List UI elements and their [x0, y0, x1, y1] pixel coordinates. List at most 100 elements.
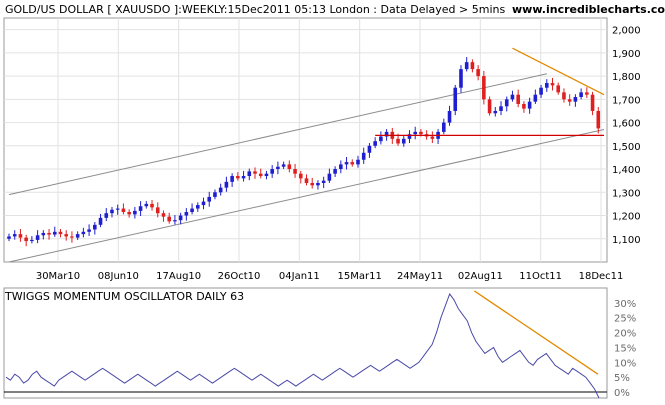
x-tick-label: 17Aug10: [156, 271, 201, 282]
candle-body: [550, 83, 555, 86]
candle-body: [493, 110, 498, 114]
candle-body: [247, 171, 252, 177]
candle-body: [18, 234, 23, 238]
candle-body: [144, 203, 149, 207]
site-url[interactable]: www.incrediblecharts.com: [512, 3, 665, 16]
candle-body: [64, 234, 69, 237]
candle-body: [373, 141, 377, 146]
candle-body: [281, 164, 286, 167]
candle-body: [544, 83, 549, 88]
candle-body: [298, 173, 303, 179]
candle-body: [30, 239, 34, 242]
osc-y-tick-label: 15%: [614, 343, 636, 354]
y-tick-label: 1,100: [612, 235, 641, 246]
y-tick-label: 1,300: [612, 188, 641, 199]
candle-body: [287, 164, 292, 170]
candle-body: [585, 92, 589, 95]
osc-y-tick-label: 25%: [614, 314, 636, 325]
candle-body: [12, 234, 17, 237]
candle-body: [567, 99, 572, 102]
candle-body: [499, 106, 503, 111]
candle-body: [361, 152, 366, 160]
y-tick-label: 1,400: [612, 165, 641, 176]
x-tick-label: 02Aug11: [458, 271, 503, 282]
candle-body: [590, 94, 595, 111]
candle-body: [70, 236, 74, 238]
candle-body: [442, 122, 446, 132]
candle-body: [430, 136, 435, 139]
candle-body: [464, 62, 469, 70]
candle-body: [562, 92, 566, 100]
osc-y-tick-label: 30%: [614, 299, 636, 310]
candle-body: [379, 136, 383, 142]
candle-body: [207, 196, 212, 202]
candle-body: [321, 180, 326, 183]
chart-title: GOLD/US DOLLAR [ XAUUSDO ]:WEEKLY:15Dec2…: [5, 3, 506, 16]
candle-body: [241, 176, 246, 179]
y-tick-label: 1,200: [612, 212, 641, 223]
candle-body: [539, 87, 543, 95]
candle-body: [150, 203, 154, 208]
osc-y-tick-label: 0%: [614, 388, 630, 399]
candle-body: [316, 182, 320, 186]
candle-body: [93, 224, 97, 230]
candle-body: [264, 173, 269, 177]
candle-body: [155, 207, 160, 214]
candle-body: [573, 97, 578, 102]
candle-body: [413, 131, 418, 135]
candle-body: [356, 159, 360, 165]
candle-body: [110, 209, 114, 214]
candle-body: [87, 229, 91, 232]
candle-body: [47, 232, 51, 235]
candle-body: [476, 69, 480, 77]
candle-body: [138, 206, 143, 211]
oscillator-title: TWIGGS MOMENTUM OSCILLATOR DAILY 63: [5, 290, 245, 303]
candle-body: [396, 138, 400, 144]
candle-body: [270, 169, 274, 174]
candle-body: [344, 162, 349, 165]
candle-body: [522, 103, 526, 109]
candle-body: [201, 201, 206, 206]
candle-body: [190, 208, 194, 213]
y-tick-label: 1,700: [612, 95, 641, 106]
candle-body: [258, 173, 263, 177]
candle-body: [333, 169, 337, 174]
candle-body: [121, 208, 126, 213]
x-tick-label: 15Mar11: [338, 271, 382, 282]
candle-body: [327, 173, 332, 181]
candle-body: [504, 99, 509, 107]
candle-body: [304, 178, 309, 183]
candle-body: [230, 176, 234, 182]
candle-body: [459, 69, 463, 88]
candle-body: [419, 131, 423, 135]
candle-body: [487, 99, 492, 114]
y-tick-label: 1,900: [612, 49, 641, 60]
candle-body: [527, 101, 532, 109]
candle-body: [81, 231, 86, 235]
candle-body: [98, 217, 103, 225]
candle-body: [276, 166, 280, 170]
candle-body: [115, 208, 120, 210]
price-panel: 1,100 1,200 1,300 1,400 1,500 1,600 1,700 1,800…: [3, 17, 641, 282]
candle-body: [453, 87, 458, 111]
candle-body: [52, 231, 57, 235]
candle-body: [510, 94, 515, 100]
candle-body: [41, 232, 46, 236]
x-tick-label: 08Jun10: [98, 271, 139, 282]
candle-body: [173, 220, 177, 222]
candle-body: [482, 76, 486, 100]
candle-body: [253, 171, 257, 174]
candle-body: [533, 94, 538, 102]
candle-body: [339, 164, 343, 170]
candle-body: [133, 210, 137, 215]
candle-body: [596, 110, 601, 129]
candle-body: [579, 92, 583, 98]
x-tick-label: 04Jan11: [279, 271, 320, 282]
osc-y-tick-label: 10%: [614, 358, 636, 369]
candle-body: [58, 231, 63, 235]
candle-body: [310, 182, 315, 186]
candle-body: [293, 169, 297, 174]
candle-body: [161, 213, 166, 217]
chart-canvas: 1,100 1,200 1,300 1,400 1,500 1,600 1,700 1,800…: [3, 17, 641, 399]
candle-body: [104, 213, 109, 218]
